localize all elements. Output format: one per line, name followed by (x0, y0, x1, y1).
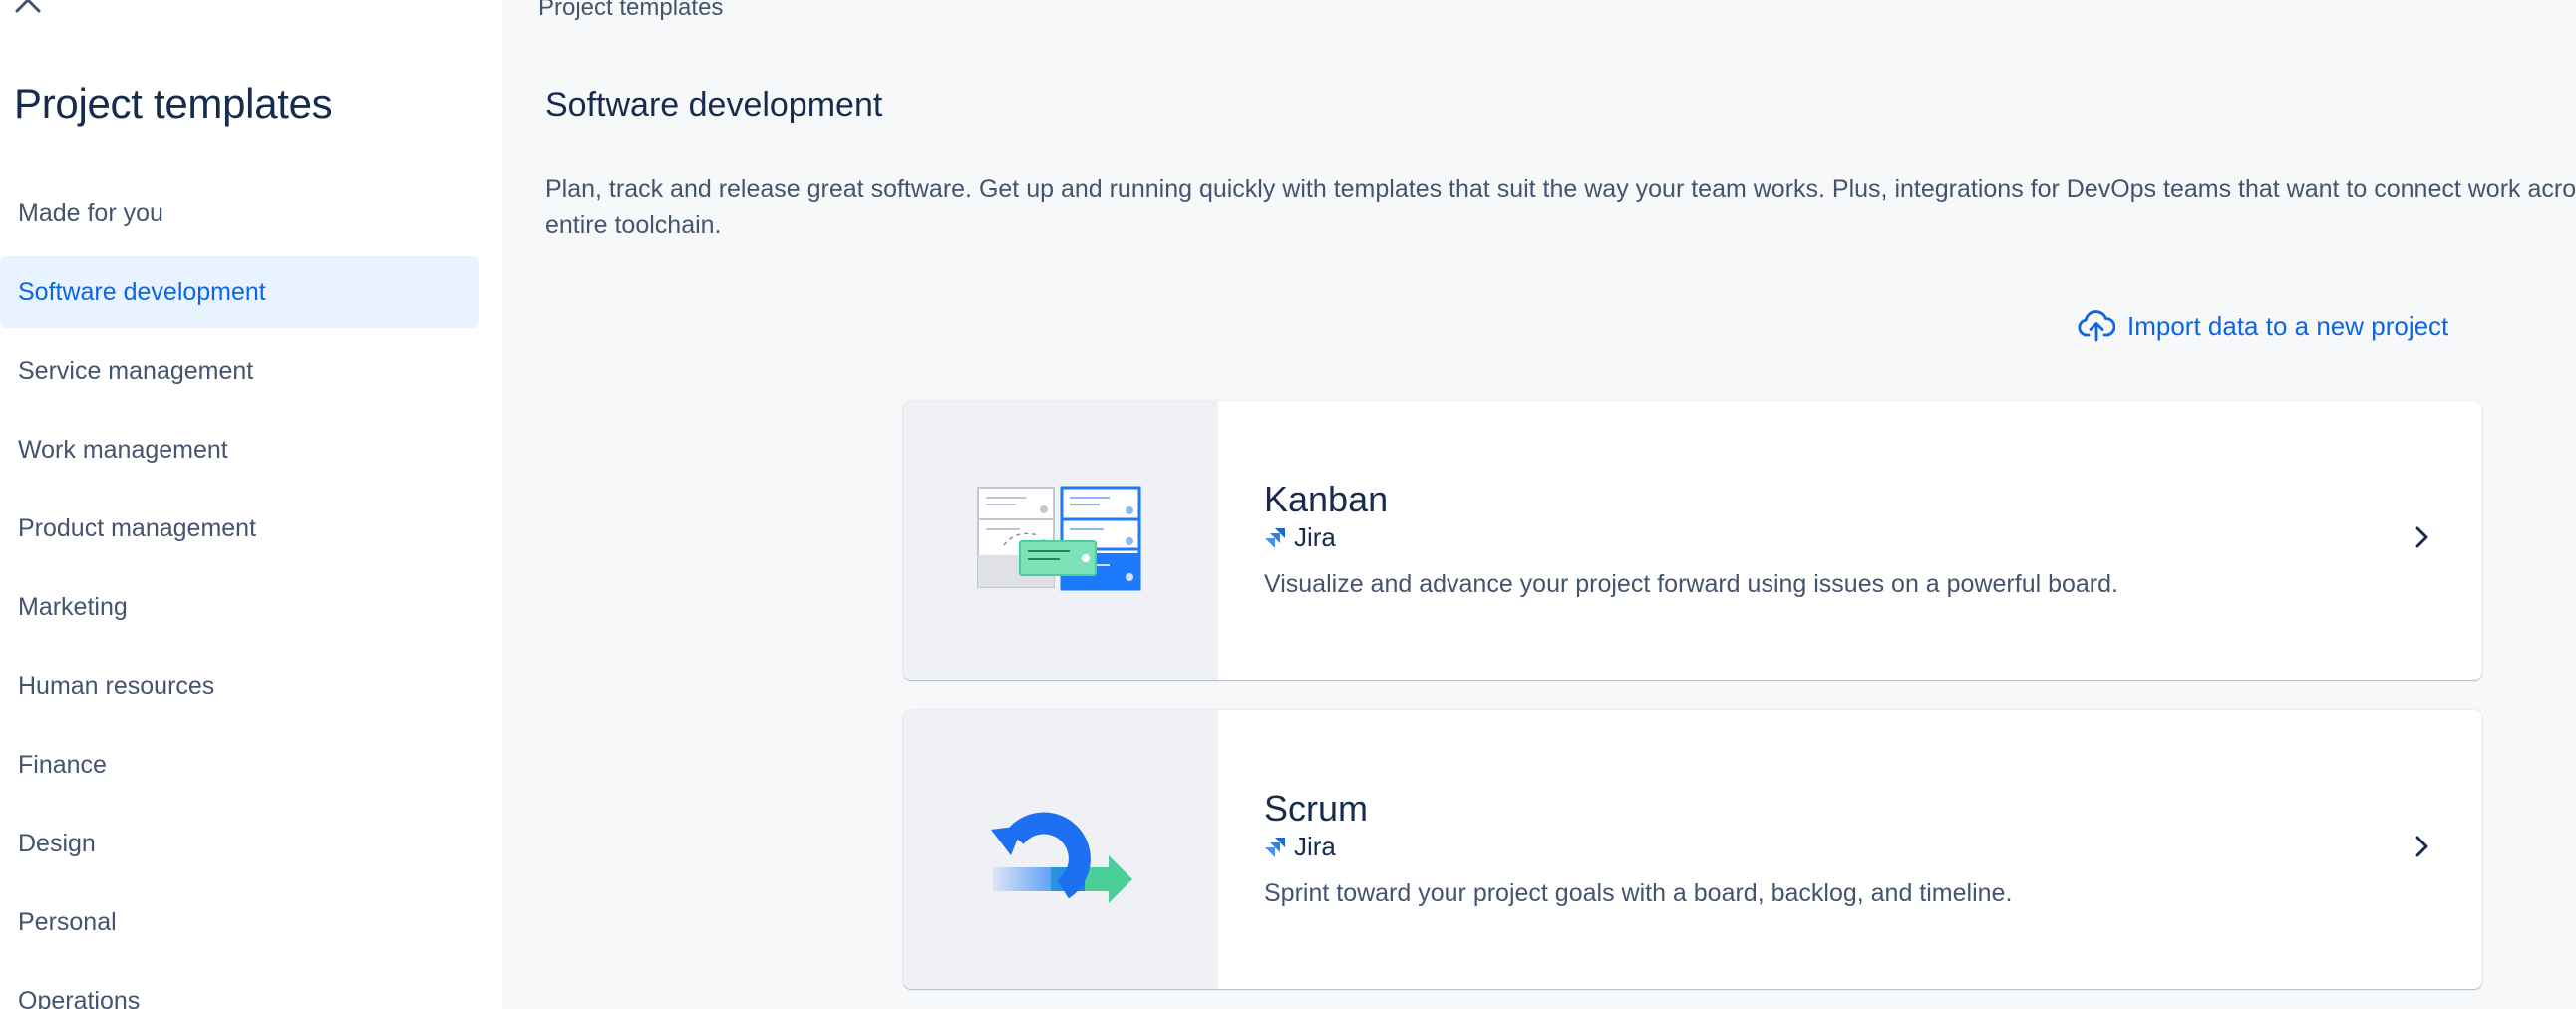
kanban-board-illustration (903, 401, 1218, 680)
import-data-link[interactable]: Import data to a new project (2078, 309, 2448, 343)
product-name: Jira (1294, 522, 1336, 552)
cloud-upload-icon (2078, 309, 2115, 343)
product-tag: Jira (1264, 522, 1336, 553)
template-description: Sprint toward your project goals with a … (1264, 879, 2013, 907)
main-content: Project templates Software development P… (502, 0, 2576, 1009)
jira-logo-icon (1264, 527, 1286, 549)
scrum-cycle-illustration (903, 710, 1218, 989)
sidebar-item-personal[interactable]: Personal (0, 886, 479, 958)
sidebar-item-marketing[interactable]: Marketing (0, 571, 479, 643)
sidebar-item-work-management[interactable]: Work management (0, 414, 479, 486)
section-description: Plan, track and release great software. … (545, 175, 2576, 239)
product-tag: Jira (1264, 832, 1336, 862)
product-name: Jira (1294, 832, 1336, 861)
sidebar-item-human-resources[interactable]: Human resources (0, 650, 479, 722)
sidebar-item-made-for-you[interactable]: Made for you (0, 177, 479, 249)
close-icon[interactable] (12, 0, 44, 16)
template-card-scrum[interactable]: Scrum Jira Sprint toward your project go… (903, 710, 2482, 989)
close-button[interactable] (8, 0, 48, 16)
sidebar-item-finance[interactable]: Finance (0, 729, 479, 801)
page-title: Software development (545, 86, 883, 124)
chevron-right-icon (2413, 524, 2432, 550)
template-card-kanban[interactable]: Kanban Jira Visualize and advance your p… (903, 401, 2482, 680)
chevron-right-icon (2413, 834, 2432, 859)
sidebar-item-operations[interactable]: Operations (0, 965, 479, 1009)
import-data-label: Import data to a new project (2127, 310, 2449, 341)
template-description: Visualize and advance your project forwa… (1264, 570, 2118, 598)
sidebar-item-design[interactable]: Design (0, 808, 479, 879)
category-nav: Made for you Software development Servic… (0, 177, 479, 1009)
sidebar: Project templates Made for you Software … (0, 0, 502, 1009)
template-title: Scrum (1264, 788, 1369, 829)
sidebar-item-service-management[interactable]: Service management (0, 335, 479, 407)
jira-logo-icon (1264, 837, 1286, 858)
template-title: Kanban (1264, 479, 1389, 519)
sidebar-title: Project templates (14, 80, 333, 127)
sidebar-item-software-development[interactable]: Software development (0, 256, 479, 328)
sidebar-item-product-management[interactable]: Product management (0, 493, 479, 564)
breadcrumb[interactable]: Project templates (538, 0, 723, 22)
